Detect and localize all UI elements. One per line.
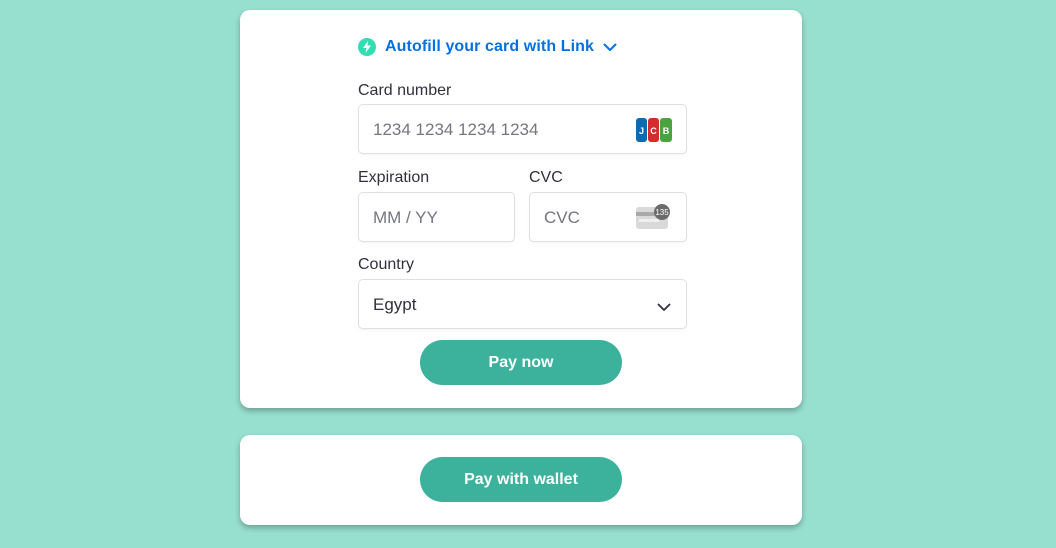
svg-text:B: B [663,126,670,136]
cvc-placeholder: CVC [544,208,580,227]
chevron-down-icon [603,43,617,52]
pay-now-button[interactable]: Pay now [420,340,622,385]
expiration-placeholder: MM / YY [373,208,438,227]
link-autofill-label: Autofill your card with Link [385,38,595,55]
card-number-label: Card number [358,82,452,99]
country-label: Country [358,256,415,273]
pay-with-wallet-button[interactable]: Pay with wallet [420,457,622,502]
card-wallet: Pay with wallet [240,435,802,525]
expiration-label: Expiration [358,169,430,186]
card-payment-form: Autofill your card with Link Card number… [240,10,802,408]
card-number-placeholder: 1234 1234 1234 1234 [373,120,539,139]
svg-text:J: J [639,126,644,136]
country-selected-value: Egypt [373,295,417,314]
chevron-down-icon [657,299,671,317]
cvc-icon-text: 135 [655,208,669,217]
cvc-input[interactable]: CVC 135 [529,192,687,242]
jcb-card-icon: J C B [636,118,672,147]
lightning-bolt-icon [358,38,376,56]
cvc-label: CVC [529,169,563,186]
expiration-input[interactable]: MM / YY [358,192,515,242]
svg-text:C: C [650,126,657,136]
link-autofill-toggle[interactable]: Autofill your card with Link [358,36,617,58]
country-select[interactable]: Egypt [358,279,687,329]
card-number-input[interactable]: 1234 1234 1234 1234 J C B [358,104,687,154]
cvc-card-icon: 135 [636,204,672,235]
